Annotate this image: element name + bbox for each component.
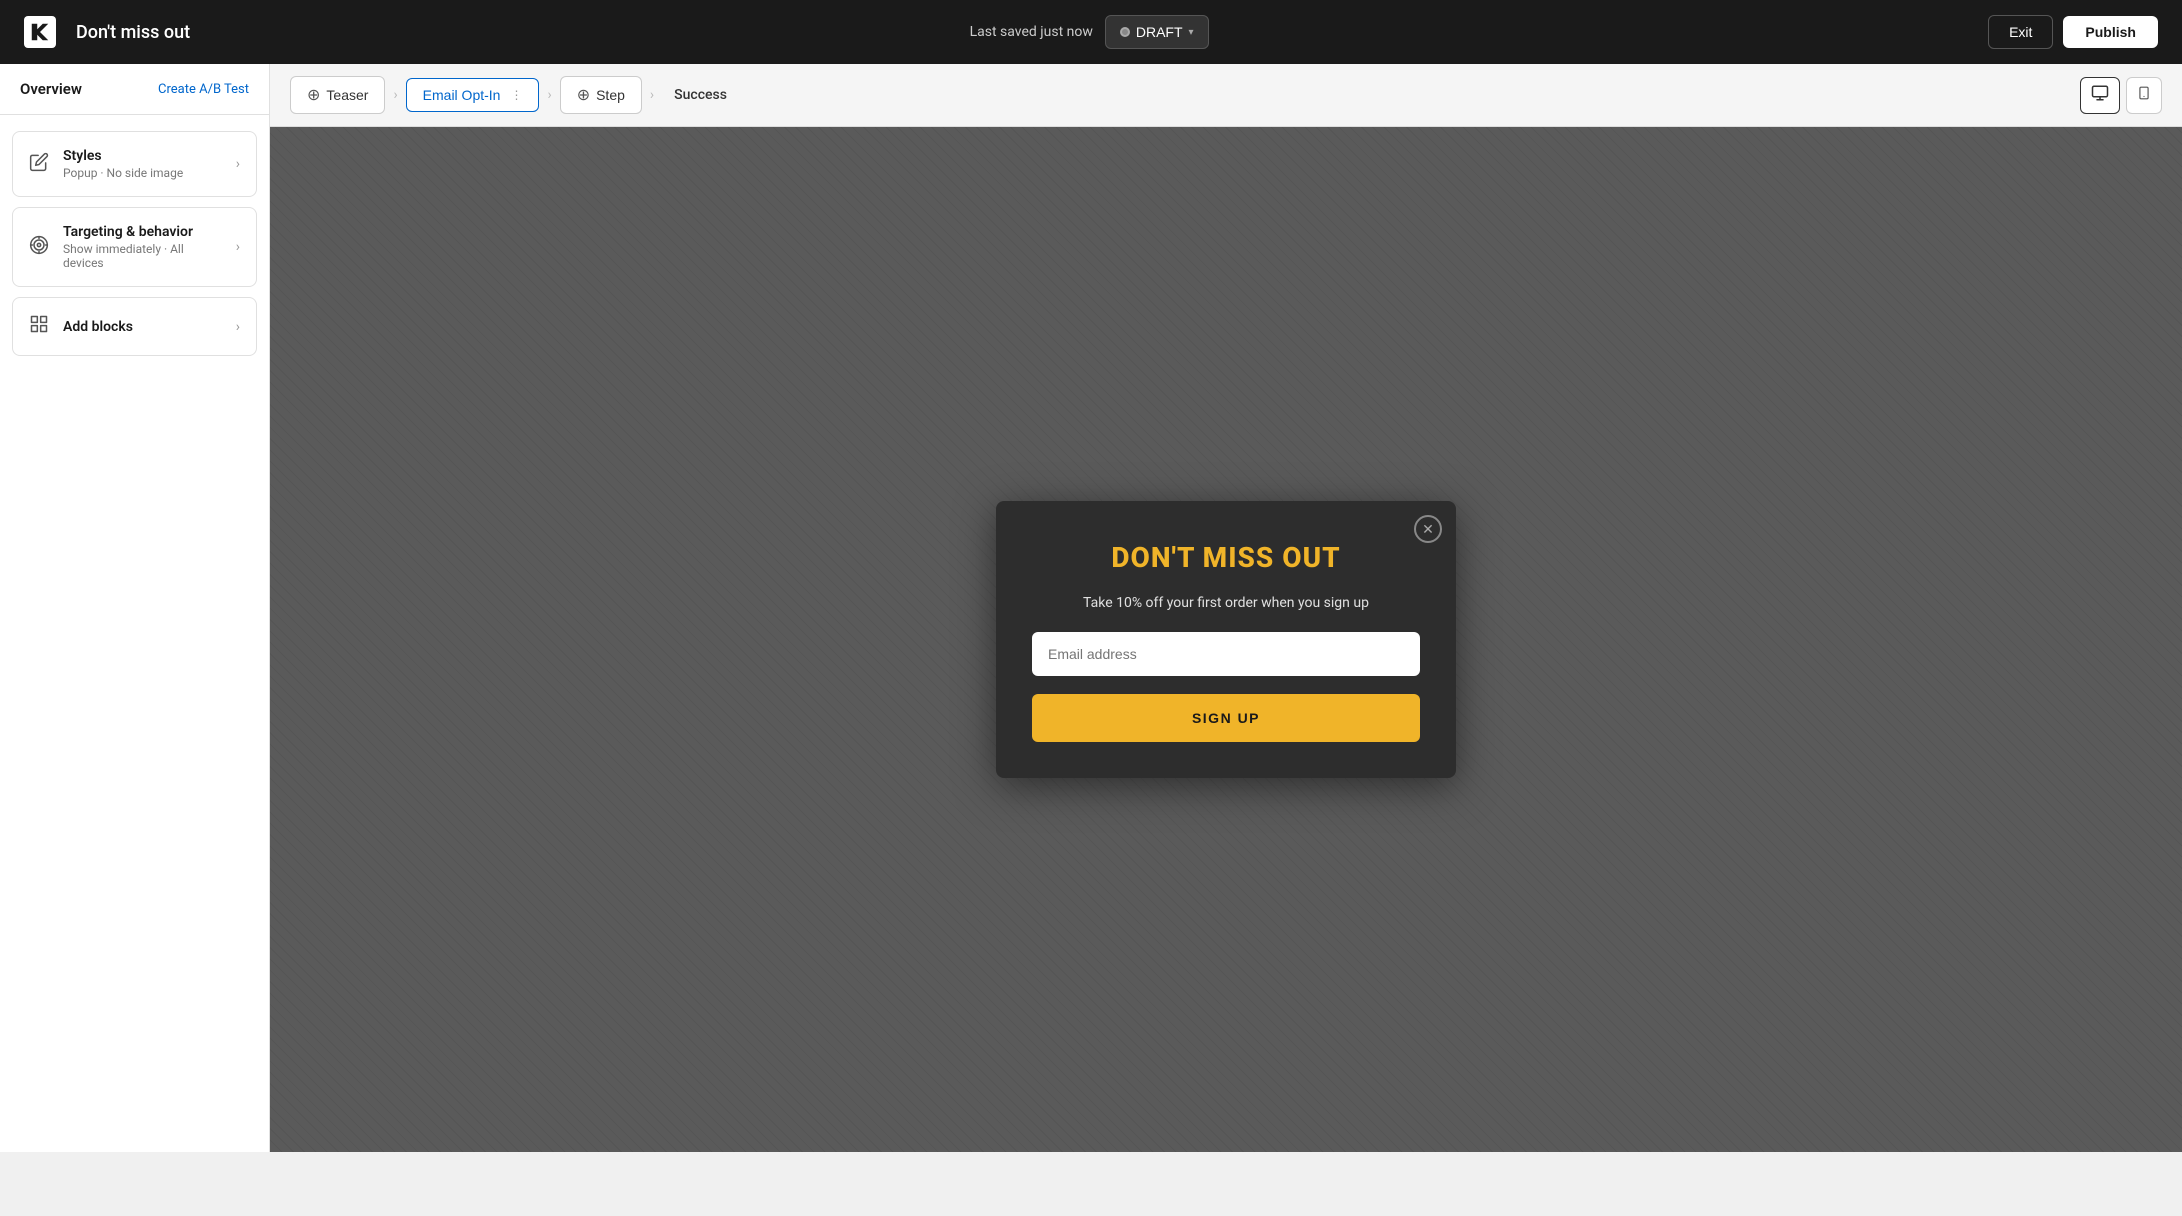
right-panel: ⊕ Teaser › Email Opt-In ⋮ › ⊕ Step › Suc… bbox=[270, 64, 2182, 1152]
email-optin-label: Email Opt-In bbox=[423, 87, 501, 103]
sidebar-styles-text: Styles Popup · No side image bbox=[63, 148, 222, 180]
mobile-device-button[interactable] bbox=[2126, 77, 2162, 114]
chevron-right-icon-3: › bbox=[236, 319, 240, 335]
email-optin-step-button[interactable]: Email Opt-In ⋮ bbox=[406, 78, 540, 112]
sidebar-addblocks-text: Add blocks bbox=[63, 319, 222, 335]
create-ab-test-link[interactable]: Create A/B Test bbox=[158, 82, 249, 97]
step-chevron-2: › bbox=[543, 87, 555, 103]
draft-dot bbox=[1120, 27, 1130, 37]
popup-title: DON'T MISS OUT bbox=[1111, 541, 1340, 575]
success-step-label: Success bbox=[662, 79, 739, 111]
klaviyo-logo bbox=[24, 16, 56, 48]
sidebar-targeting-text: Targeting & behavior Show immediately · … bbox=[63, 224, 222, 270]
step-chevron-1: › bbox=[389, 87, 401, 103]
grid-icon bbox=[29, 314, 49, 339]
draft-button[interactable]: DRAFT ▾ bbox=[1105, 15, 1209, 49]
signup-button[interactable]: SIGN UP bbox=[1032, 694, 1420, 742]
main-layout: Overview Create A/B Test Styles Popup · … bbox=[0, 64, 2182, 1152]
sidebar-item-add-blocks[interactable]: Add blocks › bbox=[12, 297, 257, 356]
targeting-icon bbox=[29, 235, 49, 260]
nav-left: Don't miss out bbox=[24, 16, 190, 48]
more-options-icon: ⋮ bbox=[510, 88, 522, 102]
nav-center: Last saved just now DRAFT ▾ bbox=[970, 15, 1209, 49]
sidebar-header: Overview Create A/B Test bbox=[0, 64, 269, 115]
page-title: Don't miss out bbox=[76, 22, 190, 43]
sidebar: Overview Create A/B Test Styles Popup · … bbox=[0, 64, 270, 1152]
sidebar-items: Styles Popup · No side image › bbox=[0, 115, 269, 372]
sidebar-title: Overview bbox=[20, 80, 82, 98]
sidebar-targeting-subtitle: Show immediately · All devices bbox=[63, 242, 222, 270]
step-label: Step bbox=[596, 87, 625, 103]
plus-icon-2: ⊕ bbox=[577, 85, 590, 105]
step-chevron-3: › bbox=[646, 87, 658, 103]
draft-label: DRAFT bbox=[1136, 24, 1183, 40]
sidebar-targeting-title: Targeting & behavior bbox=[63, 224, 222, 240]
sidebar-styles-title: Styles bbox=[63, 148, 222, 164]
last-saved-label: Last saved just now bbox=[970, 24, 1093, 40]
plus-icon: ⊕ bbox=[307, 85, 320, 105]
sidebar-item-styles[interactable]: Styles Popup · No side image › bbox=[12, 131, 257, 197]
add-step-button[interactable]: ⊕ Step bbox=[560, 76, 642, 114]
teaser-step-button[interactable]: ⊕ Teaser bbox=[290, 76, 385, 114]
chevron-right-icon: › bbox=[236, 156, 240, 172]
sidebar-addblocks-title: Add blocks bbox=[63, 319, 222, 335]
device-buttons bbox=[2080, 77, 2162, 114]
publish-button[interactable]: Publish bbox=[2063, 16, 2158, 48]
popup-modal: ✕ DON'T MISS OUT Take 10% off your first… bbox=[996, 501, 1456, 778]
popup-subtitle: Take 10% off your first order when you s… bbox=[1083, 593, 1369, 614]
step-navigation: ⊕ Teaser › Email Opt-In ⋮ › ⊕ Step › Suc… bbox=[270, 64, 2182, 127]
sidebar-styles-subtitle: Popup · No side image bbox=[63, 166, 222, 180]
nav-right: Exit Publish bbox=[1988, 15, 2158, 49]
klaviyo-logo-mark bbox=[24, 16, 56, 48]
chevron-down-icon: ▾ bbox=[1189, 27, 1194, 38]
edit-icon bbox=[29, 152, 49, 177]
preview-area: ✕ DON'T MISS OUT Take 10% off your first… bbox=[270, 127, 2182, 1152]
email-address-input[interactable] bbox=[1032, 632, 1420, 676]
sidebar-item-targeting[interactable]: Targeting & behavior Show immediately · … bbox=[12, 207, 257, 287]
exit-button[interactable]: Exit bbox=[1988, 15, 2053, 49]
popup-close-button[interactable]: ✕ bbox=[1414, 515, 1442, 543]
teaser-label: Teaser bbox=[326, 87, 368, 103]
top-navigation: Don't miss out Last saved just now DRAFT… bbox=[0, 0, 2182, 64]
chevron-right-icon-2: › bbox=[236, 239, 240, 255]
desktop-device-button[interactable] bbox=[2080, 77, 2120, 114]
